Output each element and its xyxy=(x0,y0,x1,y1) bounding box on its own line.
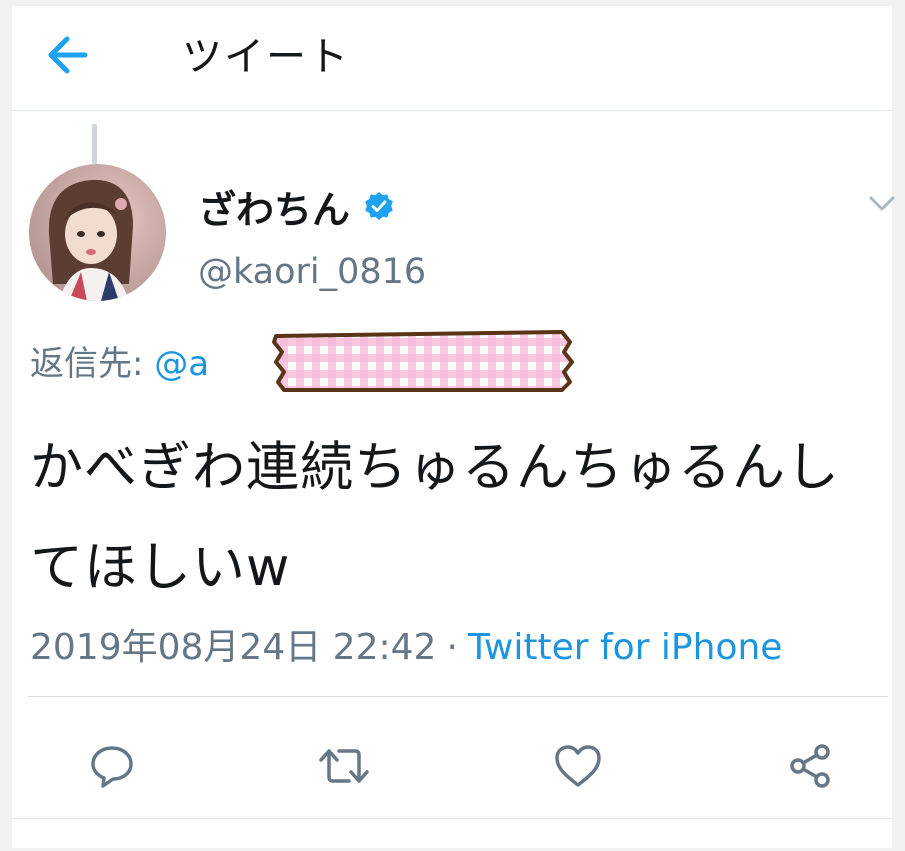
arrow-left-icon xyxy=(48,36,88,74)
author-name[interactable]: ざわちん xyxy=(198,179,350,234)
chevron-down-icon xyxy=(869,196,895,211)
author-row: ざわちん xyxy=(198,180,394,232)
retweet-icon xyxy=(319,749,369,783)
redaction-tape-sticker xyxy=(265,323,581,398)
tweet-text: かべぎわ連続ちゅるんちゅるんしてほしいw xyxy=(30,437,840,598)
reply-icon xyxy=(91,746,133,788)
like-button[interactable] xyxy=(550,738,606,794)
divider xyxy=(28,696,888,697)
retweet-button[interactable] xyxy=(316,738,372,794)
tweet-menu-button[interactable] xyxy=(864,190,900,218)
bottom-divider xyxy=(12,818,892,819)
back-button[interactable] xyxy=(40,28,94,82)
reply-to-line: 返信先: @a xyxy=(30,336,209,385)
thread-connector xyxy=(92,124,97,164)
reply-mention[interactable]: @a xyxy=(154,344,209,384)
page-title: ツイート xyxy=(182,34,350,80)
reply-button[interactable] xyxy=(84,738,140,794)
share-button[interactable] xyxy=(782,738,838,794)
tweet-timestamp[interactable]: 2019年08月24日 22:42 xyxy=(30,627,436,668)
author-handle[interactable]: @kaori_0816 xyxy=(198,252,426,292)
avatar[interactable] xyxy=(29,164,166,301)
avatar-image xyxy=(29,164,166,301)
action-bar xyxy=(12,726,892,806)
verified-badge-icon xyxy=(365,192,393,220)
meta-separator: · xyxy=(446,627,458,668)
tweet-source[interactable]: Twitter for iPhone xyxy=(468,627,783,668)
heart-icon xyxy=(555,745,601,787)
reply-label: 返信先: xyxy=(30,344,155,384)
top-bar: ツイート xyxy=(12,6,892,111)
share-icon xyxy=(790,744,830,788)
tweet-meta: 2019年08月24日 22:42 · Twitter for iPhone xyxy=(30,618,782,670)
tweet-detail-card: ツイート ざわちん @kaori_0816 返信先: @a かべぎわ連続ちゅるん… xyxy=(12,6,895,848)
